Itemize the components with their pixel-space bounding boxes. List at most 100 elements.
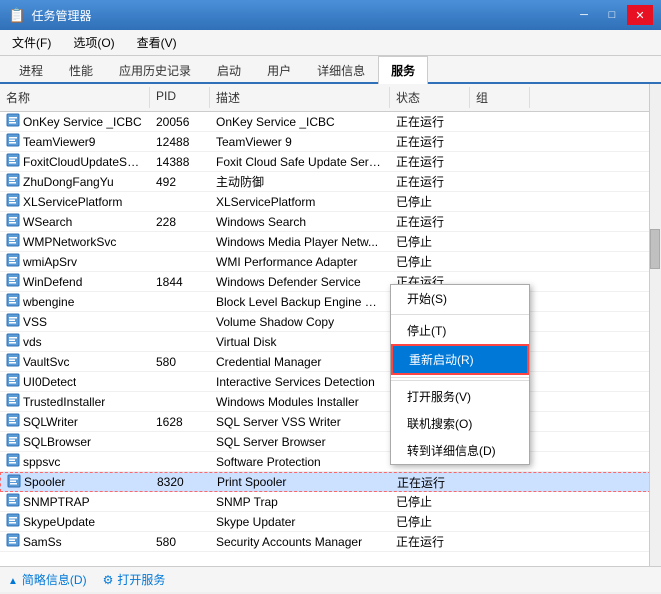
table-row[interactable]: wbengine Block Level Backup Engine Se...…: [0, 292, 661, 312]
row-icon: [6, 193, 20, 210]
table-row[interactable]: sppsvc Software Protection: [0, 452, 661, 472]
col-header-status[interactable]: 状态: [390, 87, 470, 108]
table-row[interactable]: XLServicePlatform XLServicePlatform 已停止: [0, 192, 661, 212]
chevron-icon: [8, 573, 18, 587]
row-desc: Volume Shadow Copy: [210, 314, 390, 330]
maximize-button[interactable]: □: [599, 5, 625, 25]
close-button[interactable]: ✕: [627, 5, 653, 25]
tab-app-history[interactable]: 应用历史记录: [106, 56, 204, 84]
row-name: SQLBrowser: [23, 435, 91, 449]
row-name: TeamViewer9: [23, 135, 95, 149]
row-group: [470, 541, 530, 543]
app-icon: 📋: [8, 7, 25, 24]
col-header-pid[interactable]: PID: [150, 87, 210, 108]
tab-details[interactable]: 详细信息: [304, 56, 378, 84]
col-header-group[interactable]: 组: [470, 87, 530, 108]
row-name: vds: [23, 335, 42, 349]
row-group: [470, 241, 530, 243]
row-name: WSearch: [23, 215, 72, 229]
context-menu-item[interactable]: 打开服务(V): [391, 383, 529, 410]
row-desc: Block Level Backup Engine Se...: [210, 294, 390, 310]
tab-process[interactable]: 进程: [6, 56, 56, 84]
table-row[interactable]: WMPNetworkSvc Windows Media Player Netw.…: [0, 232, 661, 252]
table-row[interactable]: TeamViewer9 12488 TeamViewer 9 正在运行: [0, 132, 661, 152]
row-desc: Windows Modules Installer: [210, 394, 390, 410]
table-row[interactable]: VaultSvc 580 Credential Manager: [0, 352, 661, 372]
table-row[interactable]: SQLBrowser SQL Server Browser: [0, 432, 661, 452]
row-name: SkypeUpdate: [23, 515, 95, 529]
row-icon: [6, 513, 20, 530]
tab-users[interactable]: 用户: [254, 56, 304, 84]
row-name: WMPNetworkSvc: [23, 235, 116, 249]
table-row[interactable]: SNMPTRAP SNMP Trap 已停止: [0, 492, 661, 512]
row-desc: WMI Performance Adapter: [210, 254, 390, 270]
table-row[interactable]: SamSs 580 Security Accounts Manager 正在运行: [0, 532, 661, 552]
table-row[interactable]: OnKey Service _ICBC 20056 OnKey Service …: [0, 112, 661, 132]
tab-performance[interactable]: 性能: [56, 56, 106, 84]
row-name: ZhuDongFangYu: [23, 175, 114, 189]
row-group: [470, 141, 530, 143]
table-row[interactable]: SkypeUpdate Skype Updater 已停止: [0, 512, 661, 532]
tab-services[interactable]: 服务: [378, 56, 428, 84]
row-desc: Windows Media Player Netw...: [210, 234, 390, 250]
status-bar: 简略信息(D) 打开服务: [0, 566, 661, 592]
context-menu-item[interactable]: 转到详细信息(D): [391, 437, 529, 464]
menu-file[interactable]: 文件(F): [6, 32, 57, 53]
context-menu-item[interactable]: 重新启动(R): [391, 344, 529, 375]
table-row[interactable]: wmiApSrv WMI Performance Adapter 已停止: [0, 252, 661, 272]
minimize-button[interactable]: ─: [571, 5, 597, 25]
menu-view[interactable]: 查看(V): [131, 32, 183, 53]
tab-startup[interactable]: 启动: [204, 56, 254, 84]
row-status: 已停止: [390, 192, 470, 211]
context-menu: 开始(S) 停止(T)重新启动(R) 打开服务(V)联机搜索(O)转到详细信息(D): [390, 284, 530, 465]
row-pid: 228: [150, 214, 210, 230]
row-desc: Security Accounts Manager: [210, 534, 390, 550]
row-desc: Interactive Services Detection: [210, 374, 390, 390]
col-header-name[interactable]: 名称: [0, 87, 150, 108]
row-desc: Virtual Disk: [210, 334, 390, 350]
tab-bar: 进程 性能 应用历史记录 启动 用户 详细信息 服务: [0, 56, 661, 84]
row-icon: [6, 433, 20, 450]
table-row[interactable]: Spooler 8320 Print Spooler 正在运行: [0, 472, 661, 492]
row-name: VaultSvc: [23, 355, 69, 369]
row-icon: [6, 153, 20, 170]
table-row[interactable]: WinDefend 1844 Windows Defender Service …: [0, 272, 661, 292]
context-menu-item[interactable]: 停止(T): [391, 317, 529, 344]
table-row[interactable]: UI0Detect Interactive Services Detection: [0, 372, 661, 392]
row-name: sppsvc: [23, 455, 60, 469]
services-label: 打开服务: [117, 571, 165, 588]
row-group: [470, 201, 530, 203]
row-icon: [6, 453, 20, 470]
row-name: VSS: [23, 315, 47, 329]
open-services-button[interactable]: 打开服务: [103, 571, 166, 588]
row-icon: [6, 313, 20, 330]
row-status: 已停止: [390, 232, 470, 251]
row-status: 正在运行: [390, 212, 470, 231]
row-icon: [6, 253, 20, 270]
table-row[interactable]: FoxitCloudUpdateService 14388 Foxit Clou…: [0, 152, 661, 172]
table-row[interactable]: SQLWriter 1628 SQL Server VSS Writer: [0, 412, 661, 432]
table-row[interactable]: TrustedInstaller Windows Modules Install…: [0, 392, 661, 412]
row-status: 正在运行: [390, 112, 470, 131]
row-icon: [6, 113, 20, 130]
row-pid: [150, 501, 210, 503]
table-row[interactable]: ZhuDongFangYu 492 主动防御 正在运行: [0, 172, 661, 192]
row-pid: 20056: [150, 114, 210, 130]
row-pid: [150, 341, 210, 343]
row-pid: 14388: [150, 154, 210, 170]
table-row[interactable]: WSearch 228 Windows Search 正在运行: [0, 212, 661, 232]
table-row[interactable]: vds Virtual Disk: [0, 332, 661, 352]
menu-options[interactable]: 选项(O): [67, 32, 120, 53]
row-pid: [150, 441, 210, 443]
row-name: wbengine: [23, 295, 74, 309]
table-row[interactable]: VSS Volume Shadow Copy 已停止: [0, 312, 661, 332]
scrollbar[interactable]: [649, 84, 661, 566]
row-pid: [150, 301, 210, 303]
context-menu-item[interactable]: 开始(S): [391, 285, 529, 312]
row-group: [470, 261, 530, 263]
summary-button[interactable]: 简略信息(D): [8, 571, 87, 588]
context-menu-item[interactable]: 联机搜索(O): [391, 410, 529, 437]
scrollbar-thumb[interactable]: [650, 229, 660, 269]
row-status: 正在运行: [391, 473, 471, 492]
col-header-desc[interactable]: 描述: [210, 87, 390, 108]
